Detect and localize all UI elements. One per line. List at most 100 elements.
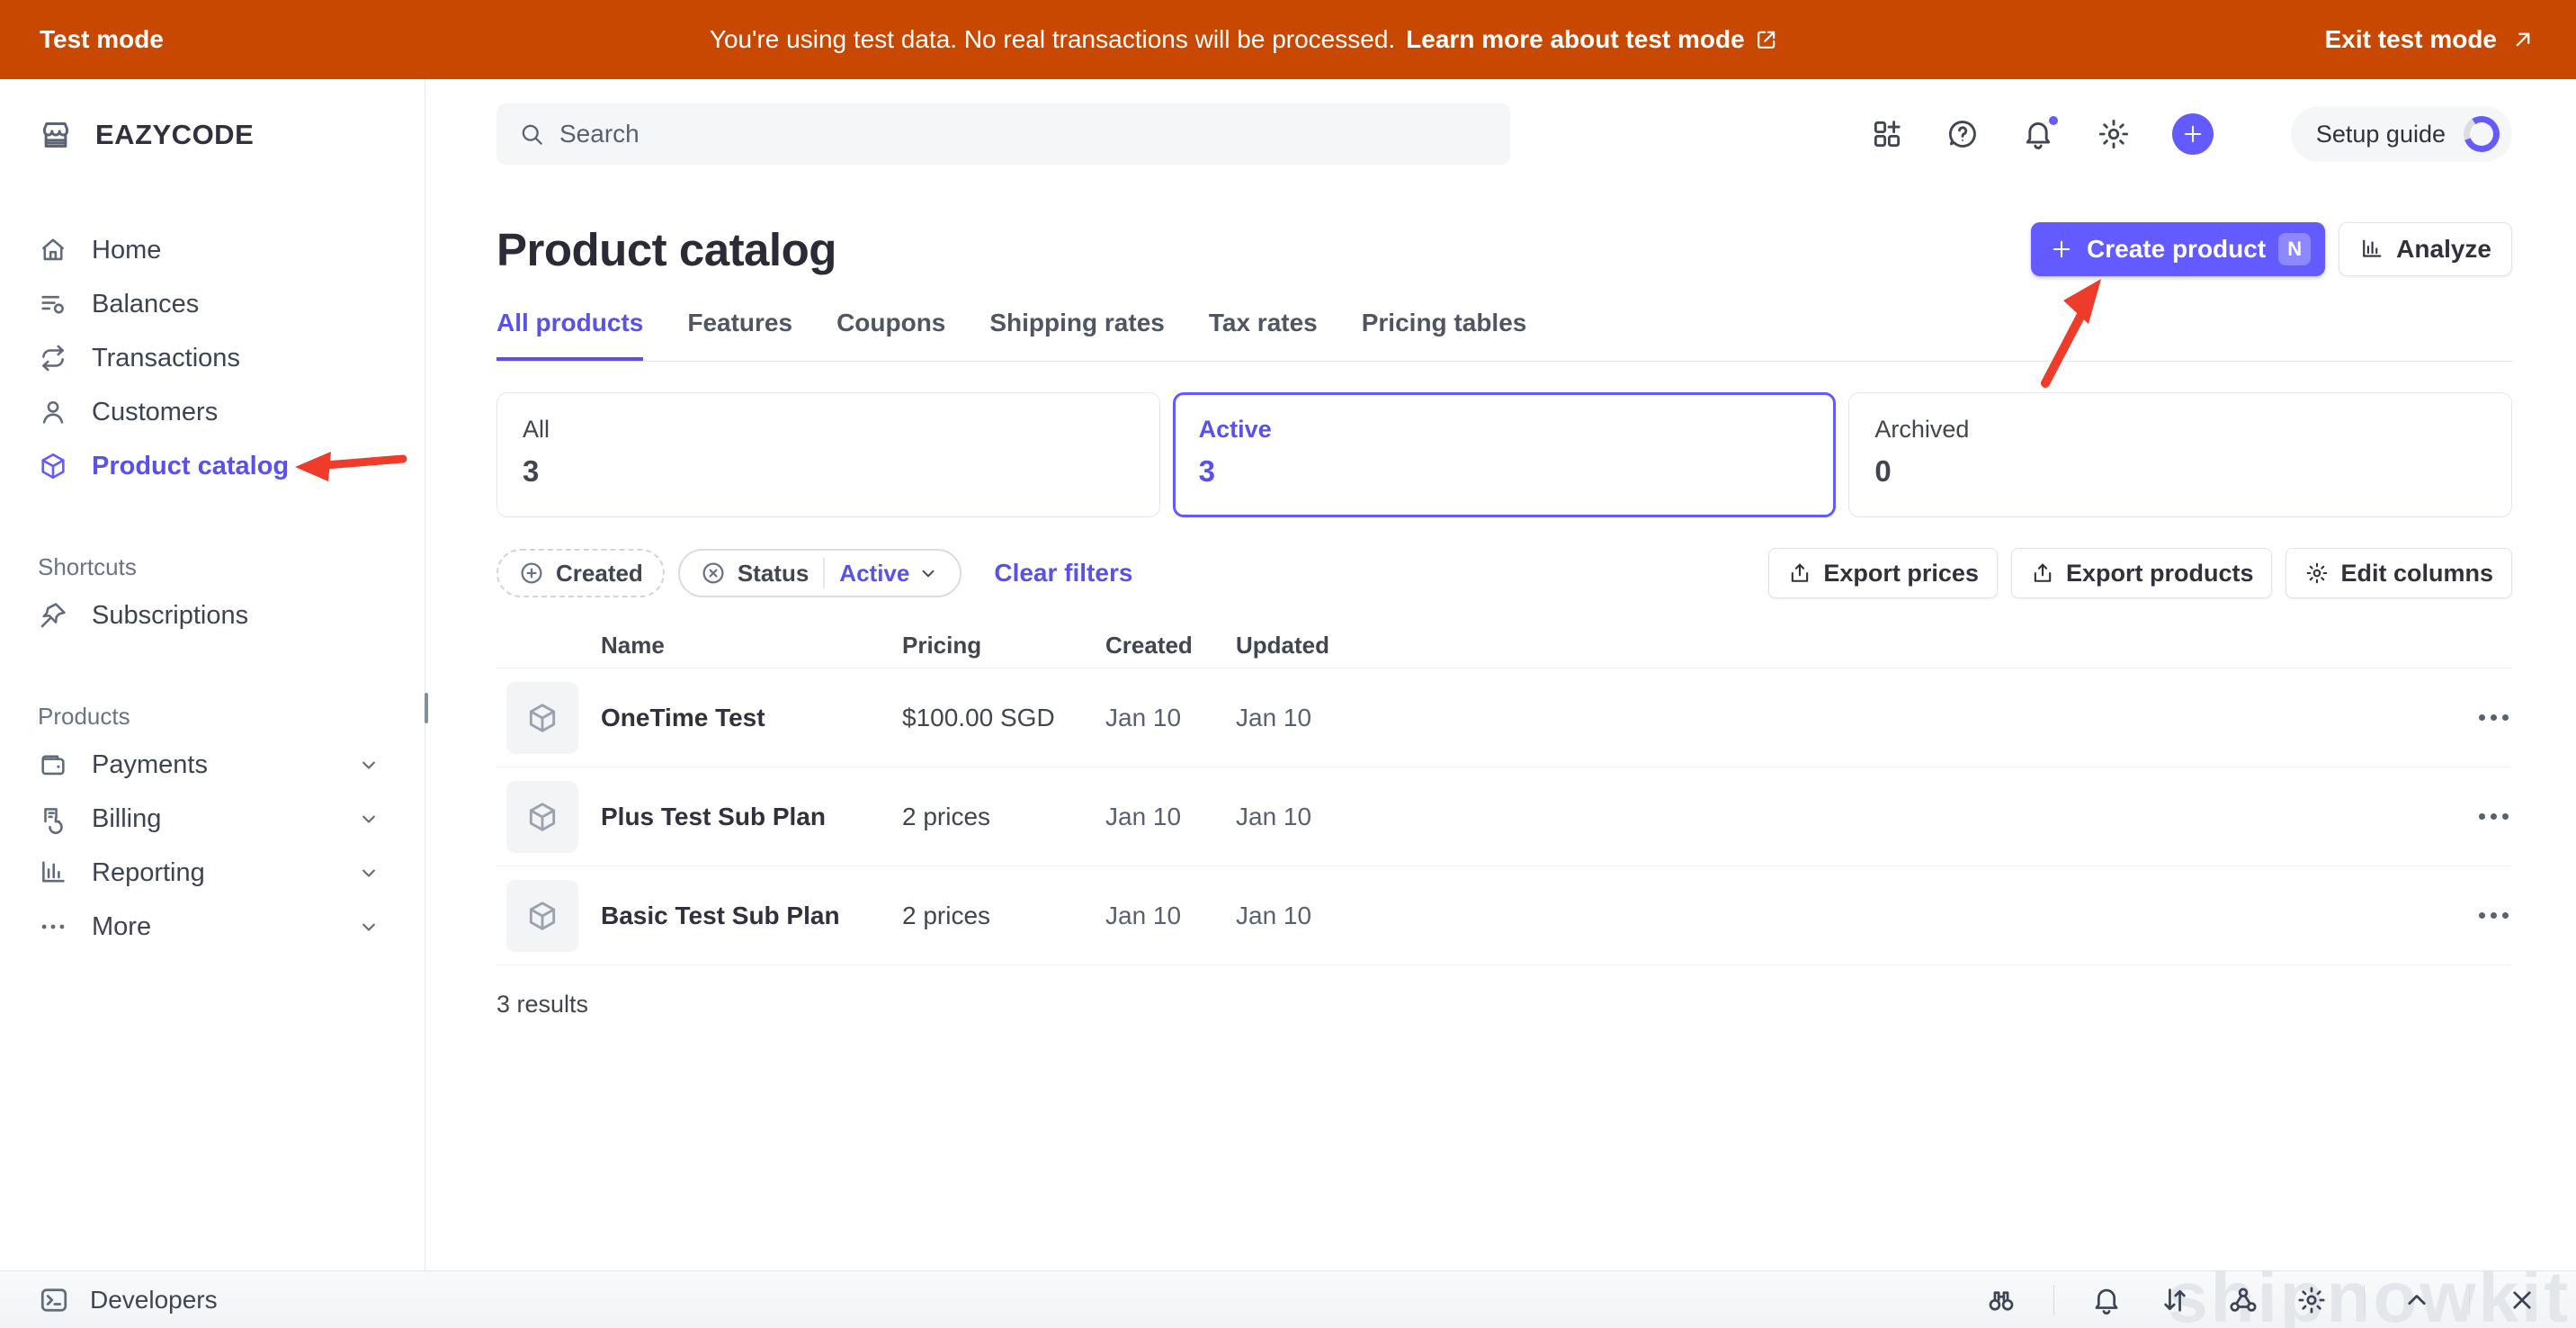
sidebar-item-reporting[interactable]: Reporting (0, 846, 425, 900)
analyze-button[interactable]: Analyze (2339, 222, 2512, 276)
sidebar-item-label: Balances (92, 290, 199, 319)
sidebar-item-home[interactable]: Home (0, 223, 425, 277)
settings-icon[interactable] (2097, 117, 2131, 151)
export-products-button[interactable]: Export products (2011, 548, 2273, 598)
chevron-down-icon (356, 752, 381, 777)
table-row[interactable]: Basic Test Sub Plan 2 prices Jan 10 Jan … (496, 866, 2512, 965)
wallet-icon (38, 749, 68, 780)
page-title: Product catalog (496, 223, 836, 276)
apps-icon[interactable] (1870, 117, 1904, 151)
search-input[interactable] (559, 120, 1489, 148)
sidebar-item-balances[interactable]: Balances (0, 277, 425, 331)
product-thumbnail (506, 781, 578, 853)
pin-icon (38, 600, 68, 631)
chevron-down-icon (356, 860, 381, 885)
toolbar-divider (2364, 1285, 2365, 1315)
account-name: EAZYCODE (95, 119, 254, 151)
toolbar-settings-icon[interactable] (2295, 1284, 2328, 1316)
sidebar-item-label: Reporting (92, 858, 205, 888)
balances-icon (38, 289, 68, 319)
sidebar-item-label: Payments (92, 750, 208, 780)
main-content: Setup guide Product catalog Create produ… (425, 79, 2576, 1270)
sidebar-item-product-catalog[interactable]: Product catalog (0, 439, 425, 493)
sidebar-item-label: Home (92, 236, 161, 265)
summary-card-archived[interactable]: Archived 0 (1848, 392, 2512, 517)
exit-test-mode-button[interactable]: Exit test mode (2325, 25, 2536, 54)
create-product-button[interactable]: Create product N (2031, 222, 2325, 276)
row-overflow-menu[interactable] (2475, 705, 2512, 730)
tab-tax-rates[interactable]: Tax rates (1209, 309, 1318, 361)
status-filter-value: Active (839, 560, 909, 588)
create-new-button[interactable] (2172, 113, 2214, 155)
account-switcher[interactable]: EAZYCODE (0, 112, 425, 158)
edit-columns-button[interactable]: Edit columns (2285, 548, 2512, 598)
test-mode-banner: Test mode You're using test data. No rea… (0, 0, 2576, 79)
status-filter-chip[interactable]: Status Active (678, 549, 962, 597)
chip-divider (823, 558, 825, 588)
banner-message: You're using test data. No real transact… (710, 25, 1395, 54)
toolbar-divider (2469, 1285, 2470, 1315)
table-row[interactable]: OneTime Test $100.00 SGD Jan 10 Jan 10 (496, 668, 2512, 767)
sidebar-item-label: More (92, 912, 151, 942)
notifications-icon[interactable] (2021, 117, 2055, 151)
sidebar-item-label: Product catalog (92, 452, 289, 481)
developers-button[interactable]: Developers (38, 1284, 218, 1316)
bottom-toolbar: shipnowkit Developers (0, 1270, 2576, 1328)
arrow-up-right-icon (2509, 26, 2536, 53)
sidebar-item-subscriptions[interactable]: Subscriptions (0, 588, 425, 642)
table-header: Name Pricing Created Updated (496, 624, 2512, 668)
sidebar-item-customers[interactable]: Customers (0, 385, 425, 439)
row-overflow-menu[interactable] (2475, 903, 2512, 928)
inspect-icon[interactable] (1985, 1284, 2017, 1316)
bar-chart-icon (38, 857, 68, 888)
tab-coupons[interactable]: Coupons (836, 309, 945, 361)
row-overflow-menu[interactable] (2475, 804, 2512, 829)
sidebar-item-more[interactable]: More (0, 900, 425, 954)
tab-features[interactable]: Features (687, 309, 792, 361)
terminal-icon (38, 1284, 70, 1316)
sidebar-item-label: Customers (92, 398, 218, 427)
sidebar-item-transactions[interactable]: Transactions (0, 331, 425, 385)
setup-progress-ring (2464, 116, 2500, 152)
search-input-wrap[interactable] (496, 103, 1510, 165)
sidebar-item-label: Billing (92, 804, 161, 834)
tab-all-products[interactable]: All products (496, 309, 643, 361)
tab-pricing-tables[interactable]: Pricing tables (1362, 309, 1527, 361)
transactions-icon (38, 343, 68, 373)
webhooks-icon[interactable] (2227, 1284, 2259, 1316)
shortcut-badge: N (2278, 233, 2311, 265)
section-products: Products (0, 695, 425, 738)
summary-card-all[interactable]: All 3 (496, 392, 1160, 517)
product-thumbnail (506, 682, 578, 754)
setup-guide-button[interactable]: Setup guide (2291, 106, 2512, 162)
help-icon[interactable] (1945, 117, 1980, 151)
search-icon (518, 121, 545, 148)
toolbar-divider (2053, 1285, 2054, 1315)
api-requests-icon[interactable] (2159, 1284, 2191, 1316)
notification-dot (2046, 113, 2061, 128)
export-prices-button[interactable]: Export prices (1768, 548, 1998, 598)
results-count: 3 results (496, 991, 2512, 1018)
customers-icon (38, 397, 68, 427)
table-row[interactable]: Plus Test Sub Plan 2 prices Jan 10 Jan 1… (496, 767, 2512, 866)
clear-filters-link[interactable]: Clear filters (994, 559, 1132, 588)
ellipsis-icon (38, 911, 68, 942)
sidebar-item-label: Transactions (92, 344, 240, 373)
sidebar-item-payments[interactable]: Payments (0, 738, 425, 792)
chevron-down-icon (356, 806, 381, 831)
home-icon (38, 235, 68, 265)
close-toolbar-icon[interactable] (2506, 1284, 2538, 1316)
external-link-icon (1754, 27, 1779, 52)
plus-circle-icon (518, 560, 545, 587)
created-filter-chip[interactable]: Created (496, 549, 665, 597)
sidebar-item-billing[interactable]: Billing (0, 792, 425, 846)
summary-card-active[interactable]: Active 3 (1173, 392, 1837, 517)
section-shortcuts: Shortcuts (0, 545, 425, 588)
product-box-icon (38, 451, 68, 481)
expand-toolbar-icon[interactable] (2401, 1284, 2433, 1316)
sidebar: EAZYCODE Home Balances Transactions (0, 79, 425, 1270)
chevron-down-icon (917, 561, 940, 585)
learn-more-link[interactable]: Learn more about test mode (1406, 25, 1779, 54)
events-bell-icon[interactable] (2090, 1284, 2123, 1316)
tab-shipping-rates[interactable]: Shipping rates (989, 309, 1164, 361)
